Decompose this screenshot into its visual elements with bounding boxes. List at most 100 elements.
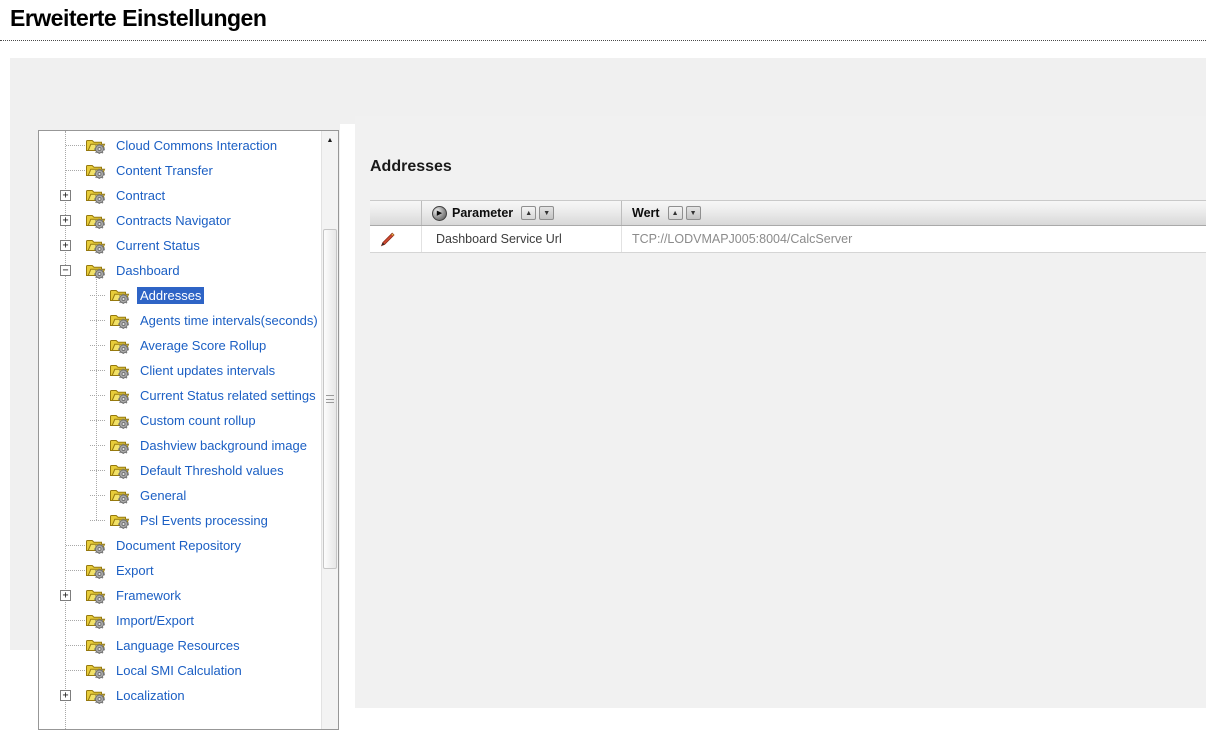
folder-gear-icon: [85, 162, 106, 179]
folder-gear-icon: [109, 287, 130, 304]
tree-connector-stub: [66, 170, 85, 171]
tree-connector-stub: [90, 420, 105, 421]
tree-item-label: Addresses: [137, 287, 204, 304]
expand-plus-icon[interactable]: +: [60, 215, 71, 226]
tree-item-label: Default Threshold values: [137, 462, 287, 479]
tree-item[interactable]: Current Status related settings: [39, 383, 321, 408]
scrollbar-thumb[interactable]: [323, 229, 337, 569]
content-area: Cloud Commons Interaction Content Transf…: [10, 58, 1206, 650]
folder-gear-icon: [85, 587, 106, 604]
tree-item-label: Average Score Rollup: [137, 337, 269, 354]
sort-descending-icon[interactable]: ▼: [539, 206, 554, 220]
tree-item[interactable]: + Localization: [39, 683, 321, 708]
tree-item[interactable]: Psl Events processing: [39, 508, 321, 533]
group-expand-icon[interactable]: ▶: [432, 206, 447, 221]
folder-gear-icon: [85, 262, 106, 279]
folder-gear-icon: [85, 662, 106, 679]
scrollbar-grip-icon: [326, 395, 334, 403]
folder-gear-icon: [85, 187, 106, 204]
tree-item[interactable]: Language Resources: [39, 633, 321, 658]
settings-tree-panel: Cloud Commons Interaction Content Transf…: [38, 130, 339, 730]
tree-connector-stub: [66, 620, 85, 621]
tree-item[interactable]: Agents time intervals(seconds): [39, 308, 321, 333]
tree-connector-stub: [90, 370, 105, 371]
column-label: Parameter: [452, 206, 513, 220]
folder-gear-icon: [109, 437, 130, 454]
tree-item[interactable]: + Contract: [39, 183, 321, 208]
tree-item[interactable]: Client updates intervals: [39, 358, 321, 383]
expand-plus-icon[interactable]: +: [60, 690, 71, 701]
tree-item-label: Export: [113, 562, 157, 579]
tree-item[interactable]: Content Transfer: [39, 158, 321, 183]
tree-item-label: Framework: [113, 587, 184, 604]
tree-connector-stub: [90, 345, 105, 346]
tree-connector-stub: [66, 670, 85, 671]
tree-item[interactable]: Local SMI Calculation: [39, 658, 321, 683]
sort-ascending-icon[interactable]: ▲: [521, 206, 536, 220]
parameter-cell: Dashboard Service Url: [422, 226, 622, 252]
tree-items: Cloud Commons Interaction Content Transf…: [39, 133, 321, 709]
tree-connector-stub: [66, 570, 85, 571]
table-row: Dashboard Service Url TCP://LODVMAPJ005:…: [370, 226, 1206, 253]
tree-connector-stub: [66, 545, 85, 546]
tree-item[interactable]: General: [39, 483, 321, 508]
folder-gear-icon: [85, 537, 106, 554]
expand-plus-icon[interactable]: +: [60, 190, 71, 201]
tree-item[interactable]: Default Threshold values: [39, 458, 321, 483]
header-cell-actions: [370, 201, 422, 225]
column-label: Wert: [632, 206, 660, 220]
tree-item[interactable]: + Framework: [39, 583, 321, 608]
header-cell-wert: Wert ▲ ▼: [622, 201, 1206, 225]
edit-pencil-icon[interactable]: [379, 231, 395, 247]
folder-gear-icon: [109, 312, 130, 329]
tree-item-label: Custom count rollup: [137, 412, 259, 429]
tree-item-label: Contract: [113, 187, 168, 204]
tree-item-label: Local SMI Calculation: [113, 662, 245, 679]
folder-gear-icon: [85, 612, 106, 629]
expand-plus-icon[interactable]: +: [60, 240, 71, 251]
folder-gear-icon: [85, 212, 106, 229]
panel-gap: [340, 124, 355, 708]
tree-scrollbar[interactable]: ▲: [321, 131, 338, 729]
tree-connector-stub: [66, 645, 85, 646]
folder-gear-icon: [85, 687, 106, 704]
tree-connector-stub: [90, 495, 105, 496]
tree-connector-stub: [90, 295, 105, 296]
folder-gear-icon: [109, 412, 130, 429]
tree-item[interactable]: + Current Status: [39, 233, 321, 258]
expand-plus-icon[interactable]: +: [60, 590, 71, 601]
tree-item[interactable]: Export: [39, 558, 321, 583]
tree-item[interactable]: − Dashboard: [39, 258, 321, 283]
sort-ascending-icon[interactable]: ▲: [668, 206, 683, 220]
tree-item-label: Psl Events processing: [137, 512, 271, 529]
tree-connector-stub: [90, 520, 105, 521]
tree-item[interactable]: Average Score Rollup: [39, 333, 321, 358]
tree-connector-stub: [90, 395, 105, 396]
folder-gear-icon: [109, 362, 130, 379]
sort-descending-icon[interactable]: ▼: [686, 206, 701, 220]
header-cell-parameter: ▶ Parameter ▲ ▼: [422, 201, 622, 225]
tree-item[interactable]: Addresses: [39, 283, 321, 308]
tree-connector-stub: [90, 320, 105, 321]
value-cell: TCP://LODVMAPJ005:8004/CalcServer: [622, 226, 1206, 252]
panel-title: Addresses: [370, 158, 452, 176]
tree-item-label: Import/Export: [113, 612, 197, 629]
tree-connector-stub: [66, 145, 85, 146]
folder-gear-icon: [109, 487, 130, 504]
collapse-minus-icon[interactable]: −: [60, 265, 71, 276]
tree-item-label: Cloud Commons Interaction: [113, 137, 280, 154]
tree-item-label: Dashboard: [113, 262, 183, 279]
tree-item[interactable]: + Contracts Navigator: [39, 208, 321, 233]
tree-item[interactable]: Import/Export: [39, 608, 321, 633]
parameters-table: ▶ Parameter ▲ ▼ Wert ▲ ▼: [370, 200, 1206, 253]
tree-item-label: Dashview background image: [137, 437, 310, 454]
tree-item[interactable]: Cloud Commons Interaction: [39, 133, 321, 158]
tree-item[interactable]: Dashview background image: [39, 433, 321, 458]
folder-gear-icon: [85, 637, 106, 654]
tree-connector-stub: [90, 470, 105, 471]
page-title: Erweiterte Einstellungen: [10, 5, 266, 32]
tree-item[interactable]: Document Repository: [39, 533, 321, 558]
tree-item[interactable]: Custom count rollup: [39, 408, 321, 433]
scroll-up-icon[interactable]: ▲: [322, 134, 338, 148]
folder-gear-icon: [109, 512, 130, 529]
